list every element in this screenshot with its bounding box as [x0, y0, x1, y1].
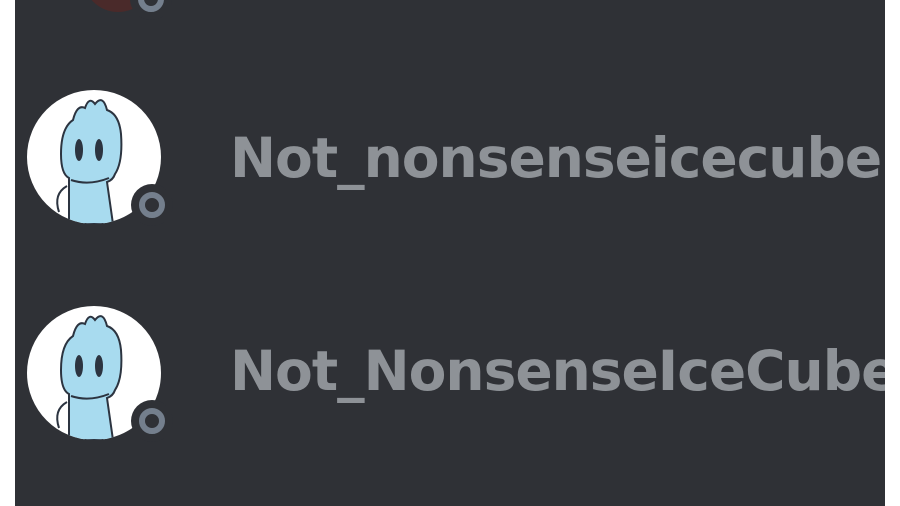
offline-status-icon	[139, 408, 165, 434]
status-indicator	[131, 184, 173, 226]
avatar-container	[27, 306, 173, 442]
offline-status-icon	[139, 192, 165, 218]
member-row[interactable]: Not_NonsenseIceCube	[15, 298, 885, 448]
avatar-container	[27, 90, 173, 226]
status-indicator	[131, 400, 173, 442]
status-indicator	[130, 0, 172, 20]
member-username: Not_NonsenseIceCube	[230, 339, 885, 403]
offline-status-icon	[138, 0, 164, 12]
screenshot-frame: Not_nonsenseicecube Not_NonsenseIceCube	[0, 0, 900, 506]
member-row[interactable]: Not_nonsenseicecube	[15, 85, 885, 235]
member-username: Not_nonsenseicecube	[230, 126, 882, 190]
member-list-panel: Not_nonsenseicecube Not_NonsenseIceCube	[15, 0, 885, 506]
